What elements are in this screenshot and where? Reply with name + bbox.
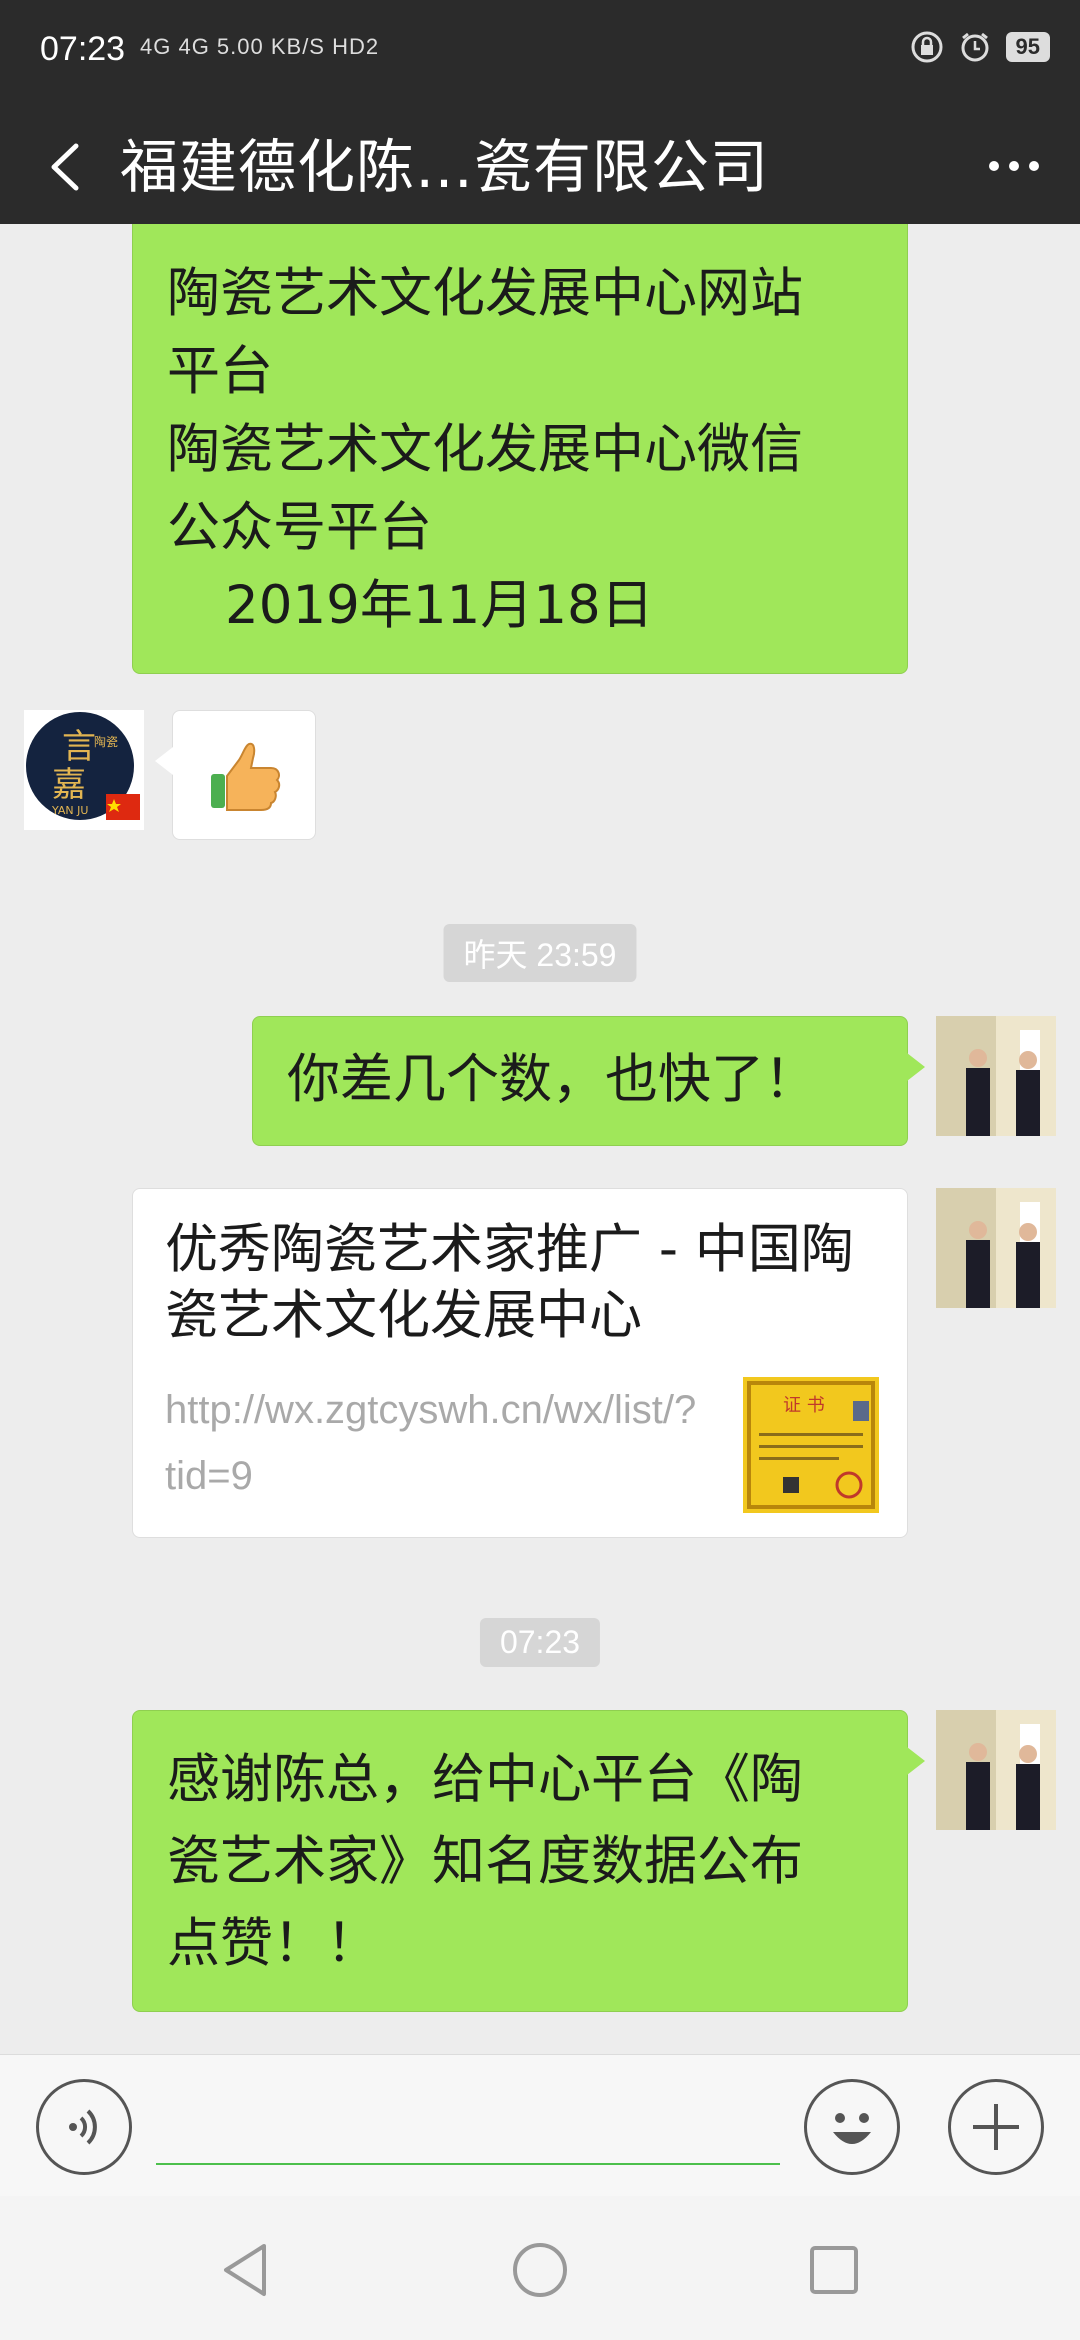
link-title: 优秀陶瓷艺术家推广 - 中国陶瓷艺术文化发展中心 — [165, 1219, 854, 1346]
thumbs-up-icon — [211, 742, 281, 811]
self-photo — [936, 1016, 1056, 1136]
avatar-self[interactable] — [936, 1710, 1056, 1830]
message-line: 瓷艺术家》知名度数据公布 — [167, 1831, 803, 1892]
status-icons: 95 — [910, 30, 1050, 64]
network-indicator: 4G 4G 5.00 KB/S HD2 — [140, 34, 380, 59]
lock-rotation-icon — [911, 31, 943, 63]
self-photo — [936, 1710, 1056, 1830]
system-nav-bar — [0, 2196, 1080, 2340]
message-bubble[interactable]: 你差几个数，也快了！ — [252, 1016, 925, 1146]
status-time: 07:23 — [40, 30, 126, 68]
plus-icon — [973, 2104, 1019, 2150]
avatar-text-3: 陶瓷 — [94, 734, 118, 749]
avatar-caption: YAN JU — [51, 804, 88, 817]
input-bar — [0, 2054, 1080, 2197]
avatar-self[interactable] — [936, 1188, 1056, 1308]
contact-logo: 言 嘉 陶瓷 YAN JU — [26, 712, 140, 820]
nav-back-icon[interactable] — [216, 2240, 276, 2300]
chat-header: 福建德化陈…瓷有限公司 — [0, 110, 1080, 224]
message-date-line: 2019年11月18日 — [225, 575, 654, 636]
nav-home-icon[interactable] — [510, 2240, 570, 2300]
message-input[interactable] — [156, 2099, 780, 2165]
voice-button[interactable] — [36, 2079, 132, 2175]
plus-button[interactable] — [948, 2079, 1044, 2175]
self-photo — [936, 1188, 1056, 1308]
message-text: 你差几个数，也快了！ — [287, 1049, 817, 1110]
timestamp: 07:23 — [479, 1618, 601, 1667]
avatar-text-2: 嘉 — [52, 765, 86, 805]
message-bubble[interactable]: 感谢陈总，给中心平台《陶 瓷艺术家》知名度数据公布 点赞！！ — [132, 1710, 925, 2012]
message-bubble[interactable]: 陶瓷艺术文化发展中心网站 平台 陶瓷艺术文化发展中心微信 公众号平台 2019年… — [132, 224, 908, 674]
status-bar: 07:23 4G 4G 5.00 KB/S HD2 95 — [0, 0, 1080, 110]
message-line: 陶瓷艺术文化发展中心网站 — [167, 263, 803, 324]
link-url[interactable]: http://wx.zgtcyswh.cn/wx/list/?tid=9 — [165, 1377, 705, 1509]
voice-icon — [69, 2109, 97, 2145]
link-thumbnail: 证 书 — [743, 1377, 879, 1513]
avatar-contact[interactable]: 言 嘉 陶瓷 YAN JU — [24, 710, 144, 830]
message-line: 感谢陈总，给中心平台《陶 — [167, 1749, 803, 1810]
alarm-icon — [961, 32, 989, 62]
nav-recents-icon[interactable] — [804, 2240, 864, 2300]
back-icon[interactable] — [40, 140, 90, 194]
emoji-icon — [833, 2113, 871, 2144]
avatar-text-1: 言 — [62, 727, 96, 767]
message-line: 陶瓷艺术文化发展中心微信 — [167, 419, 803, 480]
more-icon[interactable] — [984, 146, 1044, 186]
thumb-title: 证 书 — [783, 1395, 825, 1416]
emoji-button[interactable] — [804, 2079, 900, 2175]
timestamp: 昨天 23:59 — [443, 924, 637, 982]
chat-area[interactable]: 陶瓷艺术文化发展中心网站 平台 陶瓷艺术文化发展中心微信 公众号平台 2019年… — [0, 224, 1080, 2054]
message-line: 点赞！！ — [167, 1913, 379, 1974]
emoji-bubble[interactable] — [155, 710, 316, 840]
battery-indicator: 95 — [1005, 32, 1050, 62]
chat-title: 福建德化陈…瓷有限公司 — [120, 133, 770, 201]
message-line: 公众号平台 — [167, 497, 432, 558]
avatar-self[interactable] — [936, 1016, 1056, 1136]
message-line: 平台 — [167, 341, 273, 402]
link-card[interactable]: 优秀陶瓷艺术家推广 - 中国陶瓷艺术文化发展中心 http://wx.zgtcy… — [132, 1188, 908, 1538]
